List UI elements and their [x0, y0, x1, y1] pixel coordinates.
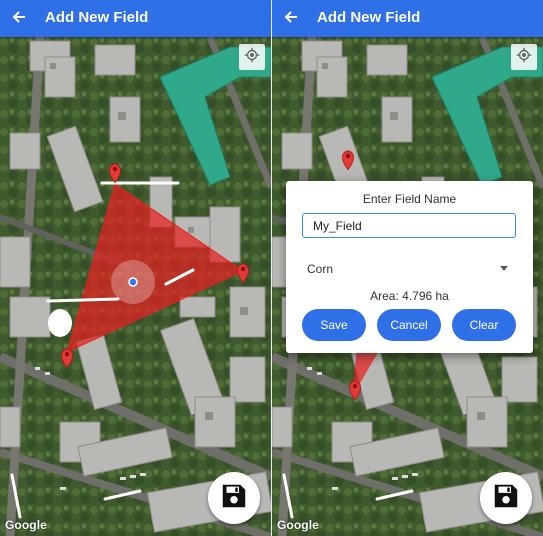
my-location-icon — [516, 47, 532, 68]
save-field-fab[interactable] — [208, 472, 260, 524]
crop-selected-value: Corn — [307, 262, 334, 276]
my-location-icon — [244, 47, 260, 68]
save-button[interactable]: Save — [302, 309, 366, 341]
google-attribution: Google — [5, 518, 47, 532]
my-location-button[interactable] — [239, 44, 265, 70]
page-title: Add New Field — [45, 9, 149, 26]
field-name-dialog: Enter Field Name Corn Area: 4.796 ha Sav… — [286, 181, 533, 353]
google-attribution: Google — [277, 518, 319, 532]
screen-drawing: Add New Field Google — [0, 0, 271, 536]
back-button[interactable] — [7, 7, 31, 31]
dialog-title: Enter Field Name — [362, 192, 457, 206]
chevron-down-icon — [500, 266, 508, 271]
crop-dropdown[interactable]: Corn — [302, 256, 516, 282]
app-bar: Add New Field — [0, 0, 271, 37]
cancel-button[interactable]: Cancel — [377, 309, 441, 341]
app-bar: Add New Field — [272, 0, 543, 37]
arrow-left-icon — [283, 9, 299, 30]
arrow-left-icon — [11, 9, 27, 30]
area-readout: Area: 4.796 ha — [370, 289, 449, 303]
field-name-input[interactable] — [302, 213, 516, 238]
floppy-disk-icon — [491, 481, 521, 516]
my-location-button[interactable] — [511, 44, 537, 70]
back-button[interactable] — [279, 7, 303, 31]
save-field-fab[interactable] — [480, 472, 532, 524]
floppy-disk-icon — [219, 481, 249, 516]
clear-button[interactable]: Clear — [452, 309, 516, 341]
satellite-map[interactable] — [0, 37, 271, 536]
page-title: Add New Field — [317, 9, 421, 26]
current-location-dot — [128, 277, 138, 287]
screen-name-dialog: Add New Field Enter Field Name My_Field … — [272, 0, 543, 536]
